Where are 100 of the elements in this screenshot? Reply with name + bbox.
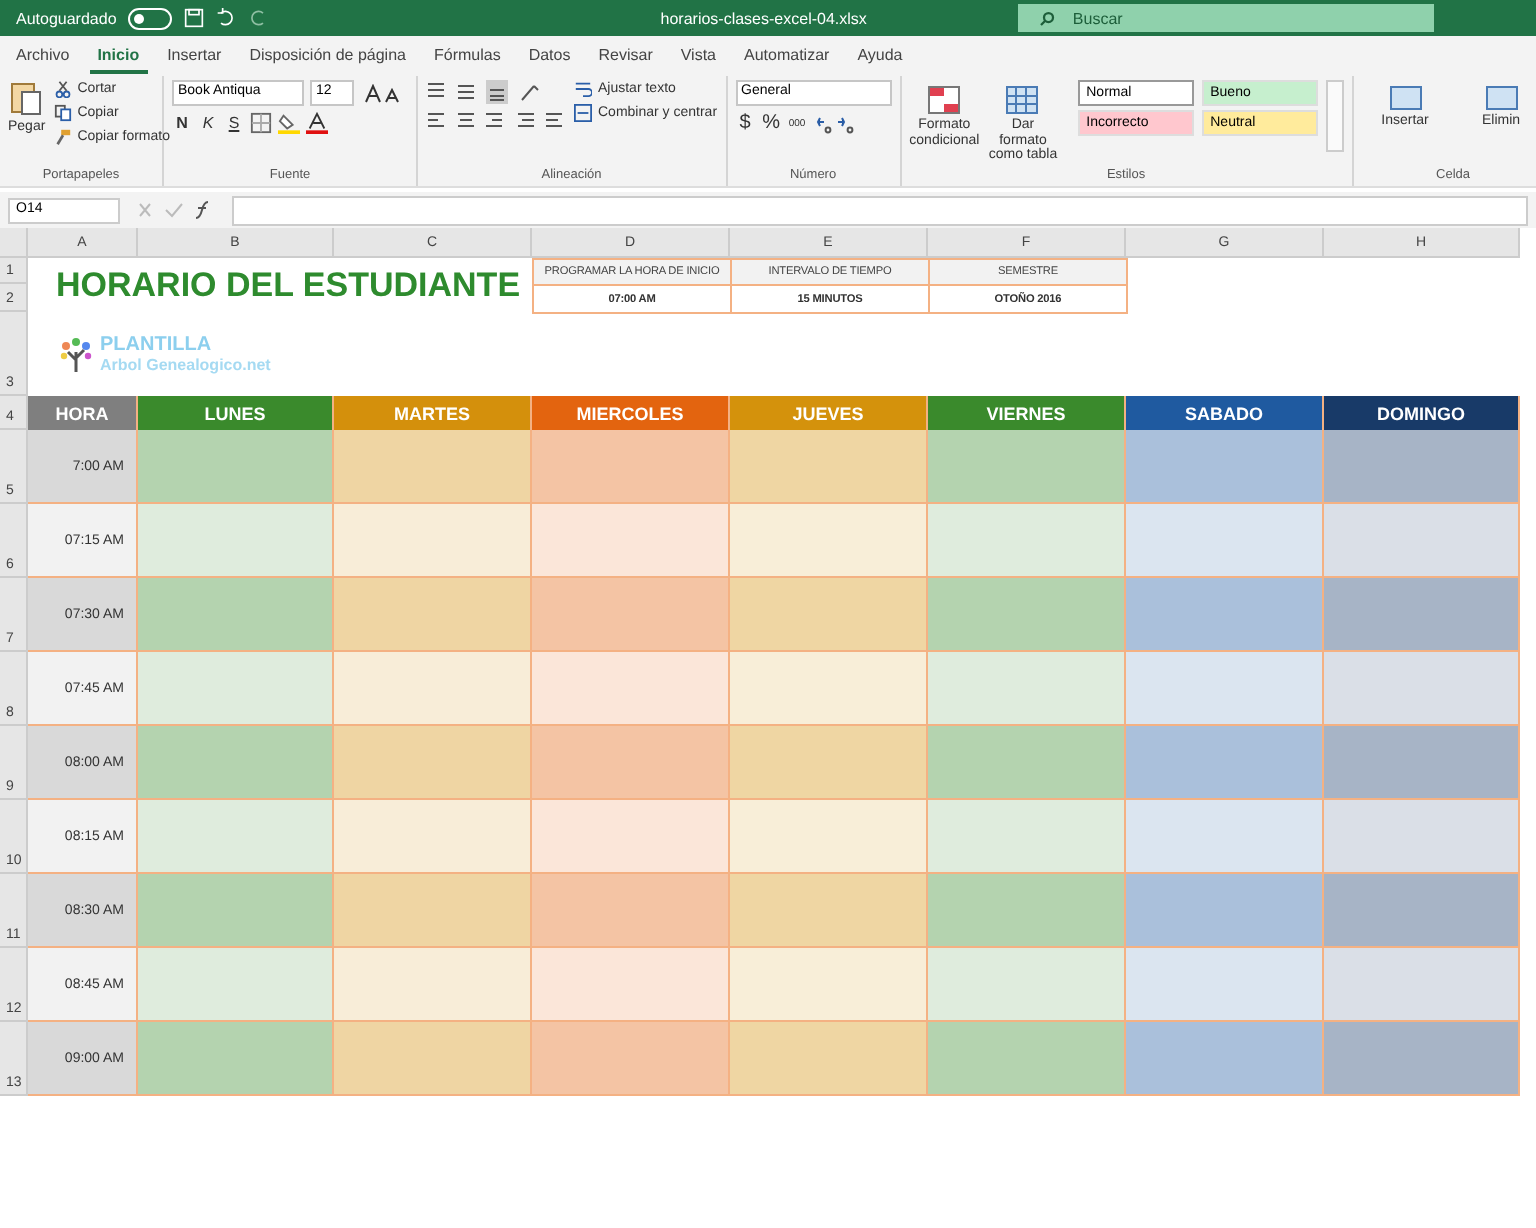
schedule-cell[interactable] [138, 726, 334, 800]
schedule-cell[interactable] [730, 430, 928, 504]
schedule-cell[interactable] [138, 430, 334, 504]
logo-title: PLANTILLA [100, 334, 214, 356]
menu-tab[interactable]: Insertar [159, 39, 230, 73]
schedule-cell[interactable] [138, 504, 334, 578]
schedule-cell[interactable] [1324, 726, 1520, 800]
currency-button[interactable]: $ [735, 112, 756, 134]
formula-field[interactable] [232, 195, 1528, 225]
font-color-icon[interactable] [306, 112, 328, 134]
schedule-cell[interactable] [334, 430, 532, 504]
schedule-cell[interactable] [1324, 578, 1520, 652]
menu-tab[interactable]: Revisar [590, 39, 661, 73]
schedule-header: SABADO [1126, 396, 1324, 430]
menu-tab[interactable]: Fórmulas [425, 39, 509, 73]
schedule-cell[interactable] [532, 948, 730, 1022]
schedule-cell[interactable] [334, 578, 532, 652]
menu-tab[interactable]: Automatizar [736, 39, 838, 73]
percent-button[interactable]: % [761, 112, 782, 134]
schedule-cell[interactable] [138, 578, 334, 652]
schedule-cell[interactable] [532, 430, 730, 504]
schedule-cell[interactable] [138, 874, 334, 948]
schedule-cell[interactable] [1126, 800, 1324, 874]
schedule-cell[interactable] [928, 652, 1126, 726]
schedule-cell[interactable] [138, 948, 334, 1022]
schedule-header: LUNES [138, 396, 334, 430]
schedule-cell[interactable] [532, 504, 730, 578]
schedule-cell[interactable] [1324, 430, 1520, 504]
schedule-cell[interactable] [928, 430, 1126, 504]
schedule-cell[interactable] [1324, 874, 1520, 948]
bold-button[interactable]: N [172, 114, 192, 132]
schedule-cell[interactable] [928, 1022, 1126, 1096]
search-field[interactable]: Buscar [1018, 4, 1435, 32]
menu-tab[interactable]: Archivo [8, 39, 78, 73]
schedule-cell[interactable] [928, 504, 1126, 578]
schedule-cell[interactable] [730, 1022, 928, 1096]
schedule-cell[interactable] [334, 504, 532, 578]
schedule-cell[interactable] [928, 948, 1126, 1022]
schedule-cell[interactable] [928, 874, 1126, 948]
fill-color-icon[interactable] [278, 112, 300, 134]
schedule-cell[interactable] [730, 800, 928, 874]
search-icon [1038, 9, 1057, 27]
schedule-cell[interactable] [532, 726, 730, 800]
schedule-cell[interactable] [1126, 874, 1324, 948]
schedule-cell[interactable] [1126, 578, 1324, 652]
menu-tab[interactable]: Vista [672, 39, 724, 73]
select-all-corner[interactable] [0, 228, 28, 258]
schedule-cell[interactable] [1324, 800, 1520, 874]
schedule-cell[interactable] [730, 874, 928, 948]
schedule-cell[interactable] [1126, 430, 1324, 504]
schedule-cell[interactable] [928, 726, 1126, 800]
tree-icon [56, 334, 96, 374]
schedule-cell[interactable] [334, 948, 532, 1022]
styles-scrollbar[interactable] [1326, 80, 1344, 152]
schedule-cell[interactable] [532, 800, 730, 874]
redo-icon[interactable] [248, 8, 269, 28]
schedule-header: JUEVES [730, 396, 928, 430]
schedule-cell[interactable] [1324, 1022, 1520, 1096]
menu-tab[interactable]: Datos [520, 39, 579, 73]
scissors-icon [53, 80, 72, 98]
schedule-cell[interactable] [730, 726, 928, 800]
schedule-cell[interactable] [730, 504, 928, 578]
italic-button[interactable]: K [198, 114, 218, 132]
schedule-cell[interactable] [1324, 504, 1520, 578]
schedule-cell[interactable] [334, 1022, 532, 1096]
schedule-cell[interactable] [730, 652, 928, 726]
schedule-header: DOMINGO [1324, 396, 1520, 430]
schedule-cell[interactable] [1126, 504, 1324, 578]
schedule-cell[interactable] [730, 578, 928, 652]
schedule-cell[interactable] [334, 652, 532, 726]
schedule-cell[interactable] [928, 800, 1126, 874]
schedule-cell[interactable] [1324, 652, 1520, 726]
underline-button[interactable]: S [224, 114, 244, 132]
undo-icon[interactable] [216, 8, 237, 28]
schedule-cell[interactable] [334, 800, 532, 874]
decimal-icons[interactable] [813, 113, 858, 133]
file-name[interactable]: horarios-clases-excel-04.xlsx [660, 9, 867, 27]
schedule-cell[interactable] [928, 578, 1126, 652]
menu-tab[interactable]: Ayuda [849, 39, 911, 73]
schedule-cell[interactable] [138, 1022, 334, 1096]
schedule-cell[interactable] [532, 652, 730, 726]
schedule-cell[interactable] [138, 652, 334, 726]
menu-tab[interactable]: Disposición de página [241, 39, 414, 73]
schedule-cell[interactable] [730, 948, 928, 1022]
schedule-cell[interactable] [532, 578, 730, 652]
schedule-cell[interactable] [1126, 726, 1324, 800]
schedule-cell[interactable] [334, 874, 532, 948]
save-icon[interactable] [184, 8, 205, 28]
schedule-cell[interactable] [532, 874, 730, 948]
autosave-toggle[interactable] [128, 7, 173, 29]
schedule-cell[interactable] [1126, 948, 1324, 1022]
merge-icon [574, 104, 592, 122]
schedule-header: HORA [28, 396, 138, 430]
schedule-cell[interactable] [1126, 1022, 1324, 1096]
border-icon[interactable] [250, 112, 272, 134]
schedule-cell[interactable] [334, 726, 532, 800]
schedule-cell[interactable] [1126, 652, 1324, 726]
schedule-cell[interactable] [138, 800, 334, 874]
schedule-cell[interactable] [1324, 948, 1520, 1022]
schedule-cell[interactable] [532, 1022, 730, 1096]
